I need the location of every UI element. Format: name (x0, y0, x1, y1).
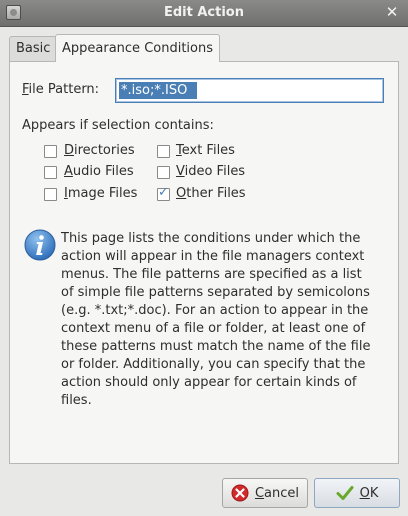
tab-basic[interactable]: Basic (9, 36, 58, 61)
file-pattern-field[interactable] (115, 78, 384, 103)
checkbox-other-files[interactable]: ✓ (157, 185, 170, 201)
checkbox-text-files-label[interactable]: Text Files (176, 143, 235, 158)
info-icon (24, 229, 56, 261)
window-title: Edit Action (163, 5, 244, 20)
checkmark-icon (336, 486, 354, 500)
checkbox-directories-label[interactable]: Directories (64, 143, 135, 158)
checkbox-audio-files[interactable] (44, 166, 57, 179)
info-text: This page lists the conditions under whi… (61, 231, 371, 408)
cancel-icon (231, 484, 249, 502)
checkbox-other-files-label[interactable]: Other Files (176, 186, 246, 201)
checkbox-video-files[interactable] (157, 166, 170, 179)
checkbox-image-files[interactable] (44, 188, 57, 201)
cancel-button[interactable]: Cancel (222, 478, 308, 508)
appears-label: Appears if selection contains: (22, 118, 214, 133)
checkbox-video-files-label[interactable]: Video Files (176, 164, 245, 179)
title-bar: Edit Action ✕ (0, 0, 408, 27)
close-button[interactable]: ✕ (384, 4, 400, 20)
cancel-label: Cancel (254, 485, 300, 501)
checkbox-text-files[interactable] (157, 145, 170, 158)
checkbox-audio-files-label[interactable]: Audio Files (64, 164, 134, 179)
tab-appearance-conditions[interactable]: Appearance Conditions (55, 34, 220, 62)
file-pattern-input[interactable] (119, 82, 197, 99)
ok-button[interactable]: OK (314, 478, 400, 508)
ok-label: OK (359, 485, 379, 501)
checkmark-icon: ✓ (158, 185, 169, 200)
file-pattern-label: File Pattern: (22, 82, 100, 97)
checkbox-image-files-label[interactable]: Image Files (64, 186, 137, 201)
checkbox-directories[interactable] (44, 145, 57, 158)
